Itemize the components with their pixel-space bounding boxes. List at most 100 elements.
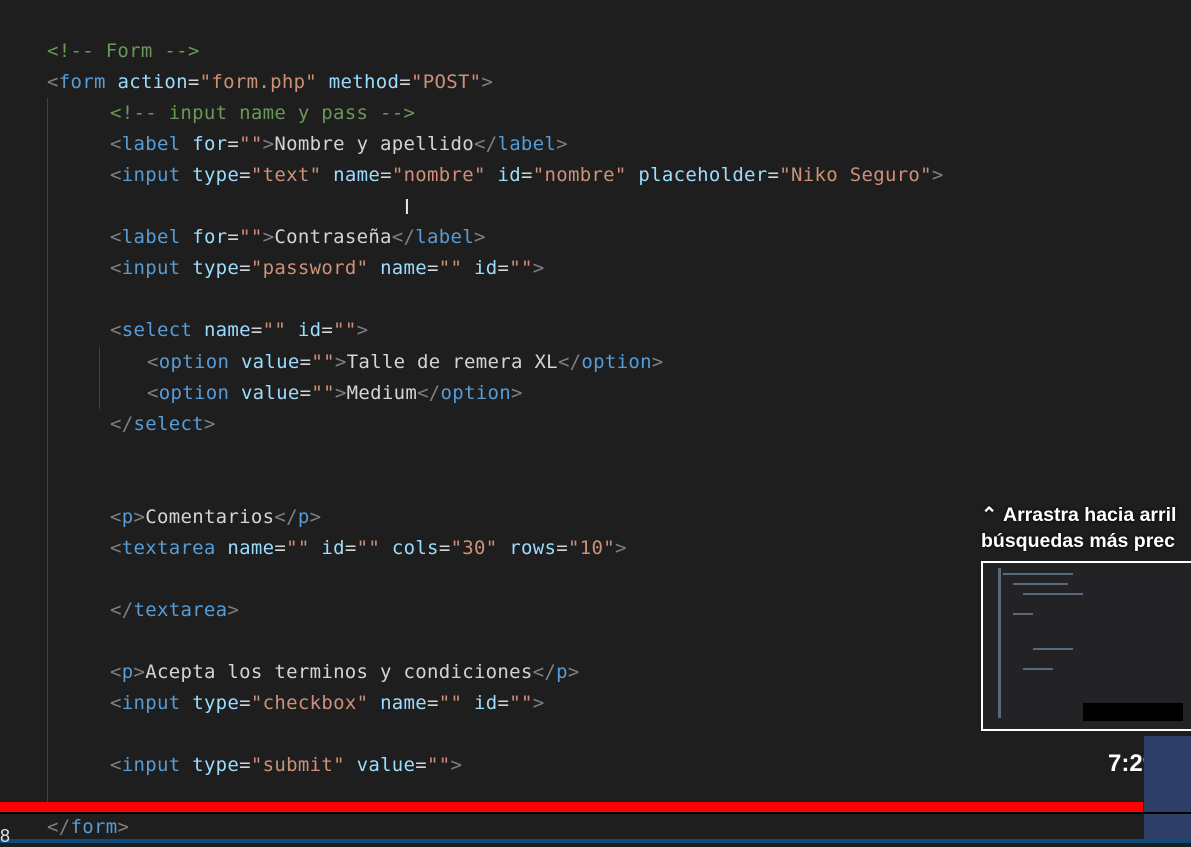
code-token: = bbox=[250, 319, 263, 342]
code-token: p bbox=[121, 661, 134, 683]
code-token: > bbox=[473, 226, 486, 249]
code-token: "" bbox=[509, 692, 533, 715]
code-token: < bbox=[110, 536, 122, 559]
code-line[interactable]: <option value="">Medium</option> bbox=[147, 378, 523, 409]
code-token: > bbox=[117, 816, 130, 839]
code-line[interactable]: <!-- Form --> bbox=[47, 36, 200, 67]
code-line[interactable]: <p>Acepta los terminos y condiciones</p> bbox=[110, 657, 580, 688]
code-token: = bbox=[556, 536, 568, 559]
code-line[interactable]: <label for="">Contraseña</label> bbox=[110, 222, 486, 253]
text-cursor-icon: I bbox=[404, 195, 410, 219]
code-token: > bbox=[203, 412, 216, 435]
code-token: < bbox=[110, 133, 122, 156]
code-token: "Niko Seguro" bbox=[779, 164, 932, 187]
code-token: </ bbox=[47, 816, 71, 839]
code-token: = bbox=[497, 692, 510, 715]
code-token: name bbox=[380, 257, 428, 280]
code-token: = bbox=[427, 257, 439, 280]
code-token: > bbox=[334, 350, 347, 373]
code-token: type bbox=[192, 257, 240, 280]
code-token: < bbox=[147, 381, 159, 404]
code-token: < bbox=[110, 692, 122, 715]
progress-bar[interactable] bbox=[0, 802, 1143, 812]
code-token: "nombre" bbox=[391, 164, 486, 187]
code-token: < bbox=[110, 661, 122, 683]
chevron-double-up-icon: ⌃ bbox=[981, 504, 998, 526]
code-token: > bbox=[481, 71, 494, 94]
code-token: < bbox=[110, 226, 122, 249]
code-line[interactable]: </select> bbox=[110, 409, 216, 440]
code-line[interactable]: <label for="">Nombre y apellido</label> bbox=[110, 129, 568, 160]
code-line[interactable]: <select name="" id=""> bbox=[110, 315, 368, 346]
code-token: "" bbox=[311, 350, 335, 373]
code-token: label bbox=[415, 226, 474, 249]
code-token: "" bbox=[262, 319, 287, 342]
code-line[interactable]: <input type="checkbox" name="" id=""> bbox=[110, 688, 544, 719]
code-token: < bbox=[110, 164, 122, 187]
code-token: placeholder bbox=[638, 164, 768, 187]
code-line[interactable]: </textarea> bbox=[110, 595, 239, 626]
code-token: = bbox=[299, 381, 312, 404]
code-token: <!-- input name y pass --> bbox=[110, 102, 416, 125]
code-token: = bbox=[438, 536, 451, 559]
code-token: rows bbox=[509, 536, 557, 559]
code-token: option bbox=[440, 381, 511, 404]
code-token: label bbox=[121, 226, 181, 249]
code-token: for bbox=[192, 133, 228, 156]
code-line[interactable]: <option value="">Talle de remera XL</opt… bbox=[147, 347, 664, 378]
code-token: "" bbox=[311, 381, 335, 404]
code-token: = bbox=[239, 257, 251, 280]
code-token: input bbox=[121, 257, 181, 280]
code-token: form bbox=[70, 816, 118, 839]
code-token: > bbox=[510, 381, 523, 404]
code-token: "" bbox=[438, 257, 463, 280]
code-line[interactable]: <input type="submit" value=""> bbox=[110, 750, 462, 781]
code-line[interactable]: <input type="text" name="nombre" id="nom… bbox=[110, 160, 944, 191]
code-token: value bbox=[240, 350, 300, 373]
code-token: > bbox=[567, 661, 580, 683]
code-token: type bbox=[192, 164, 240, 187]
code-token: id bbox=[297, 319, 322, 342]
code-line[interactable]: <p>Comentarios</p> bbox=[110, 502, 321, 533]
code-token: = bbox=[497, 257, 510, 280]
code-token: = bbox=[415, 754, 428, 777]
code-token: = bbox=[274, 536, 287, 559]
code-token: > bbox=[309, 505, 322, 528]
code-token: input bbox=[121, 164, 181, 187]
code-token: id bbox=[474, 692, 498, 715]
code-token: = bbox=[427, 692, 439, 715]
code-line[interactable]: <input type="password" name="" id=""> bbox=[110, 253, 544, 284]
code-line[interactable]: <!-- input name y pass --> bbox=[110, 98, 415, 129]
code-token: < bbox=[110, 319, 122, 342]
code-token: p bbox=[121, 505, 134, 528]
code-token: </ bbox=[532, 661, 557, 683]
code-line[interactable]: <textarea name="" id="" cols="30" rows="… bbox=[110, 533, 627, 564]
code-token: Medium bbox=[346, 381, 418, 404]
player-bottom-bar bbox=[0, 839, 1191, 843]
code-token: < bbox=[47, 71, 59, 94]
code-token: "10" bbox=[568, 536, 615, 559]
code-token: "" bbox=[427, 754, 451, 777]
time-fragment: 8 bbox=[0, 826, 11, 846]
code-token: Acepta los terminos y condiciones bbox=[145, 661, 533, 683]
preview-thumbnail[interactable] bbox=[981, 561, 1191, 731]
code-token: = bbox=[321, 319, 334, 342]
code-token: textarea bbox=[121, 536, 216, 559]
code-token: "checkbox" bbox=[250, 692, 369, 715]
code-token: "" bbox=[333, 319, 357, 342]
code-line[interactable]: <form action="form.php" method="POST"> bbox=[47, 67, 493, 98]
